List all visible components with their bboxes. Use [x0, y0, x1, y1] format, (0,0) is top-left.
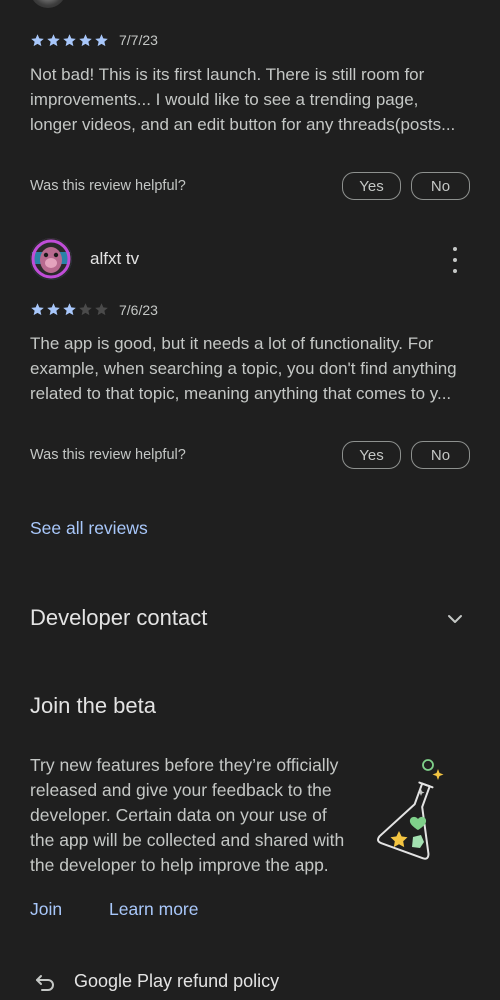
review-2-body-line: The app is good, but it needs a lot of f… — [30, 334, 434, 353]
review-1-helpful-label: Was this review helpful? — [30, 178, 186, 194]
avatar-image — [30, 238, 72, 280]
learn-more-link[interactable]: Learn more — [109, 899, 199, 920]
review-1-date: 7/7/23 — [119, 32, 158, 48]
star-filled-icon — [31, 303, 44, 316]
beta-description-line: the app will be collected and shared wit… — [30, 830, 345, 850]
review-2-no-button[interactable]: No — [411, 441, 470, 469]
refund-policy-link[interactable]: Google Play refund policy — [74, 971, 279, 992]
review-2-date: 7/6/23 — [119, 302, 158, 318]
beta-flask-icon — [377, 759, 444, 860]
star-rating — [30, 302, 109, 317]
review-2-yes-button[interactable]: Yes — [342, 441, 401, 469]
join-beta-title: Join the beta — [30, 693, 156, 718]
join-beta-link[interactable]: Join — [30, 899, 62, 920]
beta-description-line: Try new features before they’re official… — [30, 755, 339, 775]
review-1-body: Not bad! This is its first launch. There… — [30, 62, 475, 137]
star-empty-icon — [79, 303, 92, 316]
review-2-body-line: related to that topic, meaning anything … — [30, 384, 452, 403]
developer-contact-title[interactable]: Developer contact — [30, 605, 207, 631]
star-empty-icon — [95, 303, 108, 316]
beta-description-line: released and give your feedback to the — [30, 780, 332, 800]
review-1-body-line: Not bad! This is its first launch. There… — [30, 65, 425, 84]
review-2-rating — [30, 302, 109, 317]
review-2-helpful-label: Was this review helpful? — [30, 447, 186, 463]
reviewer-avatar[interactable] — [30, 238, 72, 280]
undo-arrow-icon — [36, 975, 54, 991]
review-1-no-button[interactable]: No — [411, 172, 470, 200]
beta-description: Try new features before they’re official… — [30, 753, 370, 878]
see-all-reviews-link[interactable]: See all reviews — [30, 518, 148, 539]
previous-reviewer-avatar — [30, 0, 66, 8]
star-filled-icon — [95, 34, 108, 47]
star-filled-icon — [63, 303, 76, 316]
more-options-icon[interactable] — [448, 247, 462, 273]
review-1-body-line: improvements... I would like to see a tr… — [30, 90, 419, 109]
review-1-yes-button[interactable]: Yes — [342, 172, 401, 200]
review-1-rating — [30, 33, 109, 48]
star-filled-icon — [47, 34, 60, 47]
beta-description-line: developer. Certain data on your use of — [30, 805, 327, 825]
review-1-body-line: longer videos, and an edit button for an… — [30, 115, 456, 134]
beta-description-line: the developer to help improve the app. — [30, 855, 329, 875]
chevron-down-icon[interactable] — [445, 609, 465, 629]
star-rating — [30, 33, 109, 48]
review-2-body: The app is good, but it needs a lot of f… — [30, 331, 475, 406]
star-filled-icon — [79, 34, 92, 47]
star-filled-icon — [63, 34, 76, 47]
review-2-body-line: example, when searching a topic, you don… — [30, 359, 457, 378]
star-filled-icon — [47, 303, 60, 316]
reviewer-name: alfxt tv — [90, 249, 140, 268]
star-filled-icon — [31, 34, 44, 47]
